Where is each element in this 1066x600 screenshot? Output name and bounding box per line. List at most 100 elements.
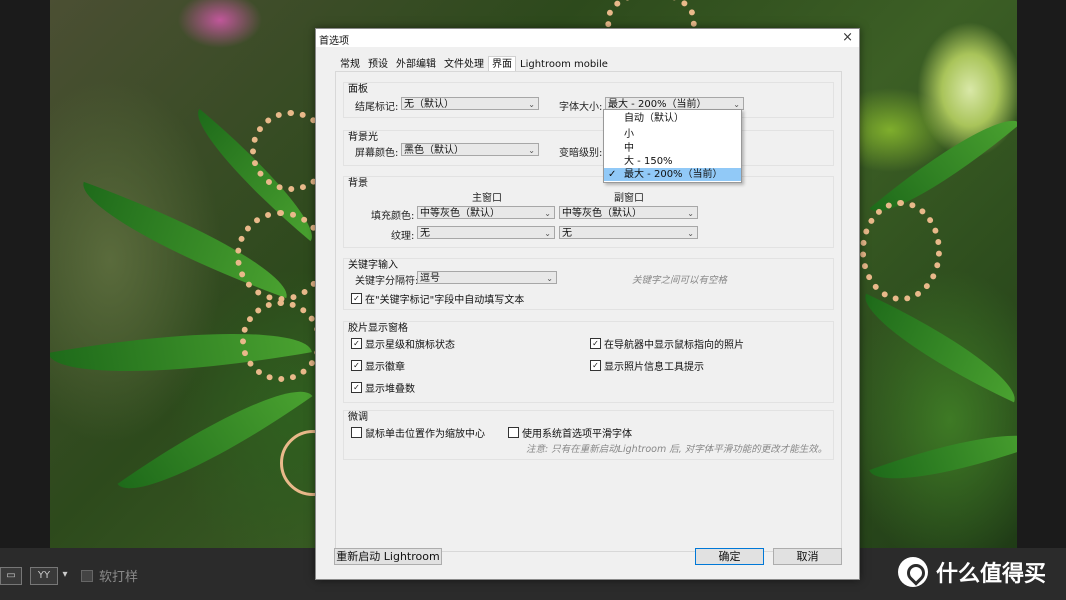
show-stack-counts-checkbox[interactable]: ✓	[351, 382, 362, 393]
soft-proofing-toggle[interactable]: 软打样	[81, 566, 138, 585]
lace-ornament	[860, 200, 942, 302]
font-size-option-large[interactable]: 大 - 150%	[604, 155, 741, 168]
end-marker-label: 结尾标记:	[355, 102, 399, 113]
tweaks-group: 微调 鼠标单击位置作为缩放中心 使用系统首选项平滑字体 注意: 只有在重新启动L…	[343, 410, 834, 460]
autofill-keyword-checkbox[interactable]: ✓	[351, 293, 362, 304]
screen-color-label: 屏幕颜色:	[355, 148, 399, 159]
filmstrip-group: 胶片显示窗格 ✓ 显示星级和旗标状态 ✓ 在导航器中显示鼠标指向的照片 ✓ 显示…	[343, 321, 834, 403]
main-texture-value: 无	[420, 228, 430, 239]
show-ratings-checkbox[interactable]: ✓	[351, 338, 362, 349]
chevron-down-icon: ⌄	[544, 229, 551, 238]
secondary-window-header: 副窗口	[614, 193, 644, 204]
font-smoothing-note: 注意: 只有在重新启动Lightroom 后, 对字体平滑功能的更改才能生效。	[526, 444, 828, 455]
tab-strip: 常规 预设 外部编辑 文件处理 界面 Lightroom mobile	[336, 56, 612, 73]
show-ratings-label: 显示星级和旗标状态	[365, 340, 455, 351]
font-size-dropdown-list: 自动（默认） 小 中 大 - 150% ✓ 最大 - 200%（当前）	[603, 109, 742, 183]
smzdm-logo-icon	[898, 557, 928, 587]
view-menu-chevron-icon[interactable]: ▾	[60, 567, 70, 583]
main-texture-select[interactable]: 无 ⌄	[417, 226, 555, 239]
autofill-keyword-label: 在"关键字标记"字段中自动填写文本	[365, 295, 525, 306]
compare-view-button[interactable]: YY	[30, 567, 58, 585]
chevron-down-icon: ⌄	[546, 274, 553, 283]
keyword-entry-group-title: 关键字输入	[348, 260, 398, 271]
font-size-option-auto[interactable]: 自动（默认）	[604, 112, 741, 125]
watermark: 什么值得买	[898, 556, 1046, 588]
show-badges-label: 显示徽章	[365, 362, 405, 373]
ok-button[interactable]: 确定	[695, 548, 764, 565]
keyword-separator-hint: 关键字之间可以有空格	[632, 275, 728, 286]
zoom-clicked-point-checkbox[interactable]	[351, 427, 362, 438]
chevron-down-icon: ⌄	[687, 229, 694, 238]
dialog-title: 首选项	[319, 36, 349, 47]
font-size-option-medium[interactable]: 中	[604, 142, 741, 155]
show-navigator-photo-label: 在导航器中显示鼠标指向的照片	[604, 340, 744, 351]
font-size-option-largest[interactable]: ✓ 最大 - 200%（当前）	[604, 168, 741, 181]
chevron-down-icon: ⌄	[528, 100, 535, 109]
show-info-tooltips-row[interactable]: ✓ 显示照片信息工具提示	[590, 358, 704, 373]
restart-lightroom-button[interactable]: 重新启动 Lightroom	[334, 548, 442, 565]
leaf-shape	[869, 411, 1017, 503]
main-fill-color-value: 中等灰色（默认）	[420, 208, 500, 219]
dialog-titlebar: 首选项 ×	[316, 29, 859, 47]
fill-color-label: 填充颜色:	[371, 211, 415, 222]
font-size-label: 字体大小:	[559, 102, 603, 113]
dim-level-label: 变暗级别:	[559, 148, 603, 159]
zoom-clicked-point-label: 鼠标单击位置作为缩放中心	[365, 429, 485, 440]
system-font-smoothing-label: 使用系统首选项平滑字体	[522, 429, 632, 440]
lace-ornament	[235, 210, 327, 302]
soft-proofing-checkbox[interactable]	[81, 569, 93, 582]
end-marker-select[interactable]: 无（默认） ⌄	[401, 97, 539, 110]
system-font-smoothing-row[interactable]: 使用系统首选项平滑字体	[508, 425, 632, 440]
show-info-tooltips-checkbox[interactable]: ✓	[590, 360, 601, 371]
font-size-option-small[interactable]: 小	[604, 128, 741, 141]
zoom-clicked-point-row[interactable]: 鼠标单击位置作为缩放中心	[351, 425, 485, 440]
watermark-text: 什么值得买	[936, 562, 1047, 587]
show-stack-counts-row[interactable]: ✓ 显示堆叠数	[351, 380, 415, 395]
main-window-header: 主窗口	[472, 193, 502, 204]
secondary-texture-value: 无	[562, 228, 572, 239]
show-navigator-photo-row[interactable]: ✓ 在导航器中显示鼠标指向的照片	[590, 336, 744, 351]
check-icon: ✓	[608, 169, 617, 180]
filmstrip-group-title: 胶片显示窗格	[348, 323, 408, 334]
leaf-shape	[850, 293, 1017, 403]
cancel-button[interactable]: 取消	[773, 548, 842, 565]
chevron-down-icon: ⌄	[544, 209, 551, 218]
soft-proofing-label: 软打样	[99, 570, 139, 585]
system-font-smoothing-checkbox[interactable]	[508, 427, 519, 438]
lights-out-group: 背景光 屏幕颜色: 黑色（默认） ⌄ 变暗级别:	[343, 130, 834, 166]
leaf-shape	[117, 363, 313, 517]
preferences-dialog: 首选项 × 常规 预设 外部编辑 文件处理 界面 Lightroom mobil…	[315, 28, 860, 580]
texture-label: 纹理:	[391, 231, 415, 242]
lights-out-group-title: 背景光	[348, 132, 378, 143]
keyword-separator-select[interactable]: 逗号 ⌄	[417, 271, 557, 284]
autofill-keyword-checkbox-row[interactable]: ✓ 在"关键字标记"字段中自动填写文本	[351, 291, 524, 306]
background-group: 背景 主窗口 副窗口 填充颜色: 中等灰色（默认） ⌄ 中等灰色（默认） ⌄ 纹…	[343, 176, 834, 248]
lace-ornament	[240, 300, 322, 382]
show-info-tooltips-label: 显示照片信息工具提示	[604, 362, 704, 373]
background-group-title: 背景	[348, 178, 368, 189]
panels-group: 面板 结尾标记: 无（默认） ⌄ 字体大小: 最大 - 200%（当前） ⌄	[343, 82, 834, 118]
keyword-entry-group: 关键字输入 关键字分隔符: 逗号 ⌄ 关键字之间可以有空格 ✓ 在"关键字标记"…	[343, 258, 834, 310]
show-badges-checkbox[interactable]: ✓	[351, 360, 362, 371]
screen-color-select[interactable]: 黑色（默认） ⌄	[401, 143, 539, 156]
show-ratings-row[interactable]: ✓ 显示星级和旗标状态	[351, 336, 455, 351]
interface-tab-panel: 面板 结尾标记: 无（默认） ⌄ 字体大小: 最大 - 200%（当前） ⌄ 背…	[335, 71, 842, 552]
secondary-fill-color-value: 中等灰色（默认）	[562, 208, 642, 219]
font-size-option-largest-label: 最大 - 200%（当前）	[624, 169, 723, 180]
show-navigator-photo-checkbox[interactable]: ✓	[590, 338, 601, 349]
keyword-separator-label: 关键字分隔符:	[355, 276, 419, 287]
main-fill-color-select[interactable]: 中等灰色（默认） ⌄	[417, 206, 555, 219]
chevron-down-icon: ⌄	[687, 209, 694, 218]
loupe-view-button[interactable]: ▭	[0, 567, 22, 585]
keyword-separator-value: 逗号	[420, 273, 440, 284]
screen-color-value: 黑色（默认）	[404, 145, 464, 156]
secondary-texture-select[interactable]: 无 ⌄	[559, 226, 698, 239]
chevron-down-icon: ⌄	[528, 146, 535, 155]
end-marker-value: 无（默认）	[404, 99, 454, 110]
tweaks-group-title: 微调	[348, 412, 368, 423]
show-badges-row[interactable]: ✓ 显示徽章	[351, 358, 405, 373]
panels-group-title: 面板	[348, 84, 368, 95]
close-icon[interactable]: ×	[842, 30, 853, 45]
show-stack-counts-label: 显示堆叠数	[365, 384, 415, 395]
secondary-fill-color-select[interactable]: 中等灰色（默认） ⌄	[559, 206, 698, 219]
